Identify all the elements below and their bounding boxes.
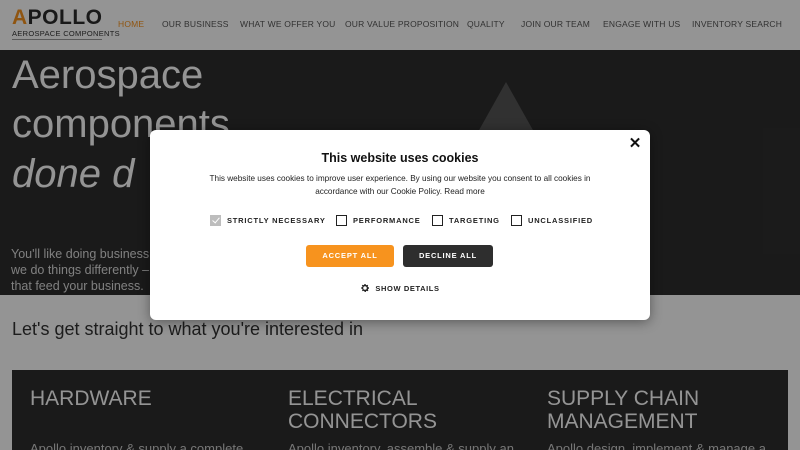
cookie-options: STRICTLY NECESSARY PERFORMANCE TARGETING… xyxy=(150,213,650,227)
gear-icon xyxy=(361,284,370,292)
strictly-necessary-label: STRICTLY NECESSARY xyxy=(227,215,326,225)
read-more-link[interactable]: Read more xyxy=(444,187,485,196)
accept-all-button[interactable]: ACCEPT ALL xyxy=(306,245,394,267)
strictly-necessary-option[interactable]: STRICTLY NECESSARY xyxy=(210,213,326,227)
cookie-dialog-body: This website uses cookies to improve use… xyxy=(200,173,600,198)
targeting-label: TARGETING xyxy=(449,215,500,225)
unclassified-checkbox[interactable] xyxy=(511,214,522,226)
decline-all-button[interactable]: DECLINE ALL xyxy=(403,245,493,267)
unclassified-label: UNCLASSIFIED xyxy=(528,215,594,225)
cookie-dialog-text: This website uses cookies to improve use… xyxy=(209,174,591,196)
performance-checkbox[interactable] xyxy=(336,214,347,226)
show-details-label: SHOW DETAILS xyxy=(375,283,440,293)
close-icon[interactable]: ✕ xyxy=(628,136,642,151)
cookie-dialog-title: This website uses cookies xyxy=(321,151,479,165)
show-details-toggle[interactable]: SHOW DETAILS xyxy=(150,282,650,294)
unclassified-option[interactable]: UNCLASSIFIED xyxy=(511,213,593,227)
strictly-necessary-checkbox[interactable] xyxy=(210,214,221,226)
targeting-checkbox[interactable] xyxy=(432,214,443,226)
cookie-consent-dialog: ✕ This website uses cookies This website… xyxy=(150,130,650,320)
performance-option[interactable]: PERFORMANCE xyxy=(336,213,421,227)
performance-label: PERFORMANCE xyxy=(353,215,421,225)
targeting-option[interactable]: TARGETING xyxy=(432,213,500,227)
